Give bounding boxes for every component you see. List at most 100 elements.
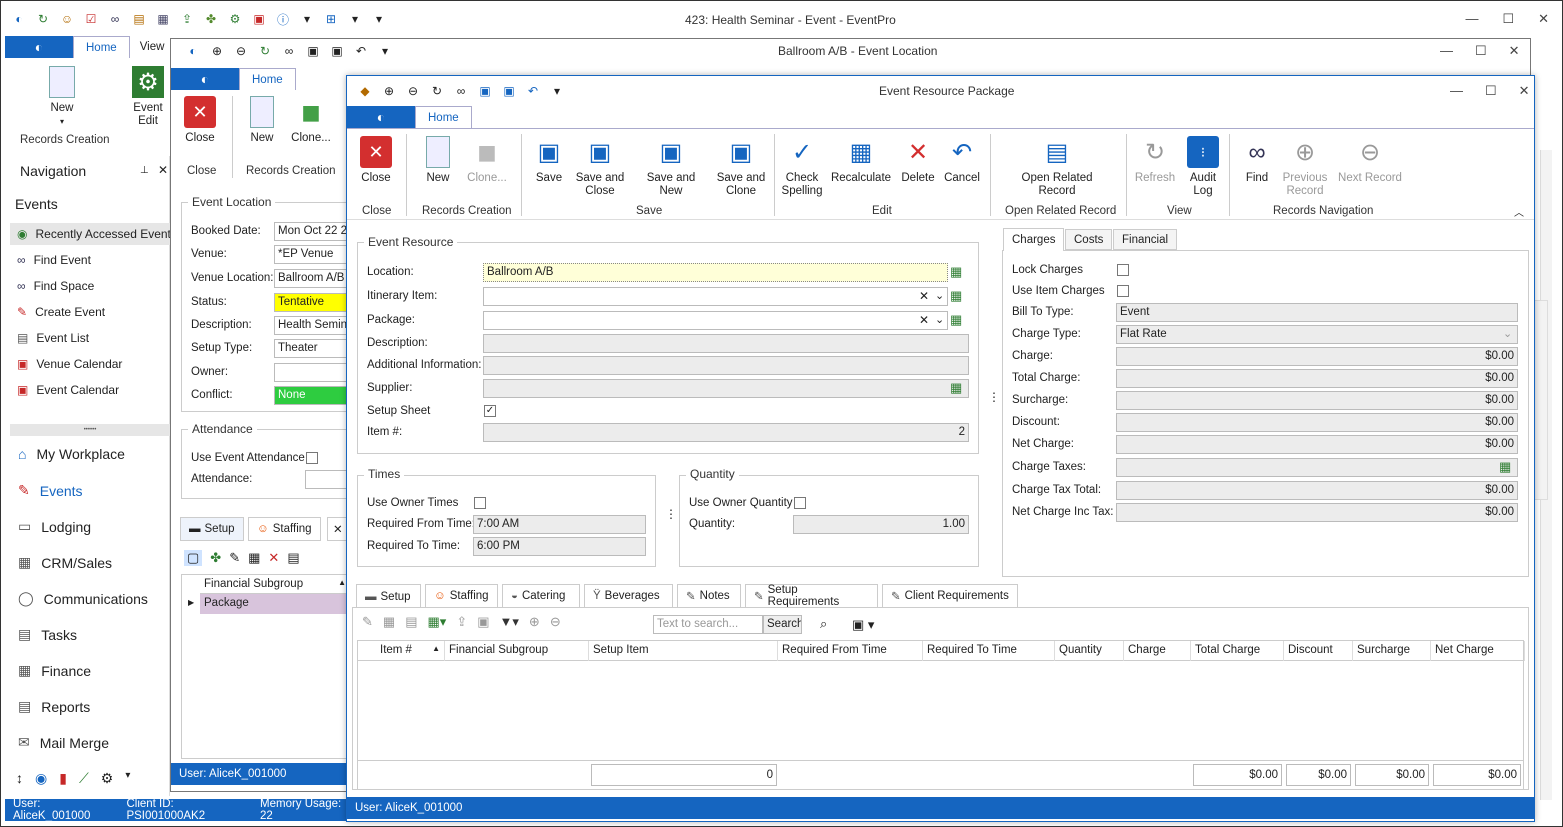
binoculars-icon[interactable]: ∞	[106, 10, 124, 28]
column-header[interactable]: Net Charge	[1431, 641, 1525, 661]
attendance-field[interactable]	[305, 470, 349, 489]
column-header[interactable]: Total Charge	[1191, 641, 1284, 661]
close-icon[interactable]: ✕	[1509, 43, 1520, 59]
customize-icon[interactable]: ▾	[548, 82, 566, 100]
minimize-icon[interactable]: —	[1440, 43, 1453, 59]
down-arrow-icon[interactable]: ⊖	[404, 82, 422, 100]
column-header[interactable]: Item # ▲	[376, 641, 445, 661]
column-header[interactable]: Discount	[1284, 641, 1353, 661]
checklist-icon[interactable]: ☑	[82, 10, 100, 28]
maximize-icon[interactable]: ☐	[1485, 83, 1497, 99]
booked-date-field[interactable]: Mon Oct 22 20	[274, 222, 349, 241]
erp-new-button[interactable]: New	[422, 136, 454, 185]
up-arrow-icon[interactable]: ⊕	[208, 42, 226, 60]
layout-icon[interactable]: ▦▾	[428, 614, 447, 630]
dropdown-arrow-icon[interactable]: ▾	[298, 10, 316, 28]
erp-recalculate-button[interactable]: ▦ Recalculate	[830, 136, 892, 185]
charge-row-value[interactable]: $0.00	[1116, 391, 1518, 410]
lock-charges-checkbox[interactable]	[1117, 264, 1129, 276]
tab-costs[interactable]: Costs	[1065, 229, 1113, 250]
location-new-button[interactable]: New	[246, 96, 278, 145]
tab-setup[interactable]: ▬ Setup	[180, 517, 244, 541]
column-header[interactable]: Setup Item	[589, 641, 778, 661]
nav-item-event-list[interactable]: ▤ Event List	[17, 331, 89, 345]
charge-taxes-field[interactable]	[1116, 458, 1518, 477]
table-row[interactable]: Package	[200, 594, 350, 614]
refresh-icon[interactable]: ↻	[34, 10, 52, 28]
export-icon[interactable]: ⇪	[178, 10, 196, 28]
venue-location-field[interactable]: Ballroom A/B	[274, 269, 349, 288]
location-right-scrollbar[interactable]	[1534, 300, 1548, 500]
item-number-field[interactable]: 2	[483, 423, 969, 442]
tab-view[interactable]: View	[130, 36, 175, 58]
erp-save-new-button[interactable]: ▣ Save and New	[634, 136, 708, 198]
down-arrow-icon[interactable]: ⊖	[232, 42, 250, 60]
back-icon[interactable]: ◐	[10, 10, 28, 28]
binoculars-icon[interactable]: ∞	[280, 42, 298, 60]
quantity-field[interactable]: 1.00	[793, 515, 969, 534]
erp-save-clone-button[interactable]: ▣ Save and Clone	[714, 136, 768, 198]
charge-tax-row-value[interactable]: $0.00	[1116, 503, 1518, 522]
charge-row-value[interactable]: $0.00	[1116, 435, 1518, 454]
required-to-time-field[interactable]: 6:00 PM	[473, 537, 646, 556]
erp-delete-button[interactable]: ✕ Delete	[898, 136, 938, 185]
app-logo-menu[interactable]: ◐	[171, 68, 239, 90]
find-in-grid-icon[interactable]: ⌕	[820, 616, 827, 632]
setup-type-field[interactable]: Theater	[274, 339, 349, 358]
close-icon[interactable]: ✕	[158, 163, 168, 177]
chevron-down-icon[interactable]: ⌄	[1503, 327, 1512, 340]
binoculars-icon[interactable]: ∞	[452, 82, 470, 100]
use-item-charges-checkbox[interactable]	[1117, 285, 1129, 297]
maximize-icon[interactable]: ☐	[1502, 11, 1514, 27]
erp-check-spelling-button[interactable]: ✓ Check Spelling	[782, 136, 823, 198]
save-icon[interactable]: ▣	[476, 82, 494, 100]
use-event-attendance-checkbox[interactable]	[306, 452, 318, 464]
clear-icon[interactable]: ✕	[919, 289, 929, 303]
clear-icon[interactable]: ✕	[919, 313, 929, 327]
nav-item-create-event[interactable]: ✎ Create Event	[17, 305, 105, 319]
charge-row-value[interactable]: $0.00	[1116, 413, 1518, 432]
collapse-ribbon-icon[interactable]: ︿	[1514, 204, 1524, 219]
module-crm-sales[interactable]: ▦ CRM/Sales	[18, 554, 112, 571]
column-header[interactable]: Charge	[1124, 641, 1191, 661]
tab-staffing[interactable]: ☺ Staffing	[248, 517, 321, 541]
paste-icon[interactable]: ▣	[477, 614, 489, 630]
calendar-icon[interactable]: ▣	[250, 10, 268, 28]
tab-setup[interactable]: ▬ Setup	[356, 584, 421, 608]
overflow-icon[interactable]: ▾	[125, 770, 130, 787]
erp-find-button[interactable]: ∞ Find	[1240, 136, 1274, 185]
financial-subgroup-column-header[interactable]: Financial Subgroup ▲	[200, 575, 350, 594]
line-chart-icon[interactable]: ⟋	[79, 770, 89, 787]
nav-item-find-space[interactable]: ∞ Find Space	[17, 279, 94, 293]
column-header[interactable]: Quantity	[1055, 641, 1124, 661]
tab-charges[interactable]: Charges	[1003, 228, 1065, 251]
bar-chart-icon[interactable]: ▮	[59, 770, 67, 787]
grid-icon[interactable]: ▦	[154, 10, 172, 28]
up-arrow-icon[interactable]: ⊕	[529, 614, 540, 630]
charge-row-value[interactable]: $0.00	[1116, 369, 1518, 388]
use-owner-quantity-checkbox[interactable]	[794, 497, 806, 509]
nav-item-find-event[interactable]: ∞ Find Event	[17, 253, 91, 267]
back-icon[interactable]: ◐	[184, 42, 202, 60]
erp-open-related-record-button[interactable]: ▤ Open Related Record	[1018, 136, 1096, 198]
tab-home[interactable]: Home	[415, 106, 472, 128]
minimize-icon[interactable]: —	[1465, 11, 1478, 27]
required-from-time-field[interactable]: 7:00 AM	[473, 515, 646, 534]
erp-previous-record-button[interactable]: ⊕ Previous Record	[1282, 136, 1328, 198]
delete-icon[interactable]: ✕	[268, 550, 279, 566]
gear-icon[interactable]: ⚙	[226, 10, 244, 28]
event-edit-button[interactable]: ⚙ Event Edit	[128, 66, 168, 128]
description-field[interactable]: Health Semina	[274, 316, 349, 335]
export-icon[interactable]: ▤	[287, 550, 299, 566]
charge-tax-row-value[interactable]: $0.00	[1116, 481, 1518, 500]
grid-icon[interactable]: ▦	[248, 550, 260, 566]
new-button[interactable]: New ▾	[42, 66, 82, 128]
refresh-icon[interactable]: ↻	[256, 42, 274, 60]
tab-setup-requirements[interactable]: ✎ Setup Requirements	[745, 584, 878, 608]
use-owner-times-checkbox[interactable]	[474, 497, 486, 509]
status-field[interactable]: Tentative	[274, 293, 349, 312]
charge-taxes-lookup-icon[interactable]: ▦	[1499, 459, 1511, 475]
column-header[interactable]: Required From Time	[778, 641, 923, 661]
nav-item-event-calendar[interactable]: ▣ Event Calendar	[17, 383, 119, 397]
supplier-lookup-icon[interactable]: ▦	[950, 380, 962, 396]
